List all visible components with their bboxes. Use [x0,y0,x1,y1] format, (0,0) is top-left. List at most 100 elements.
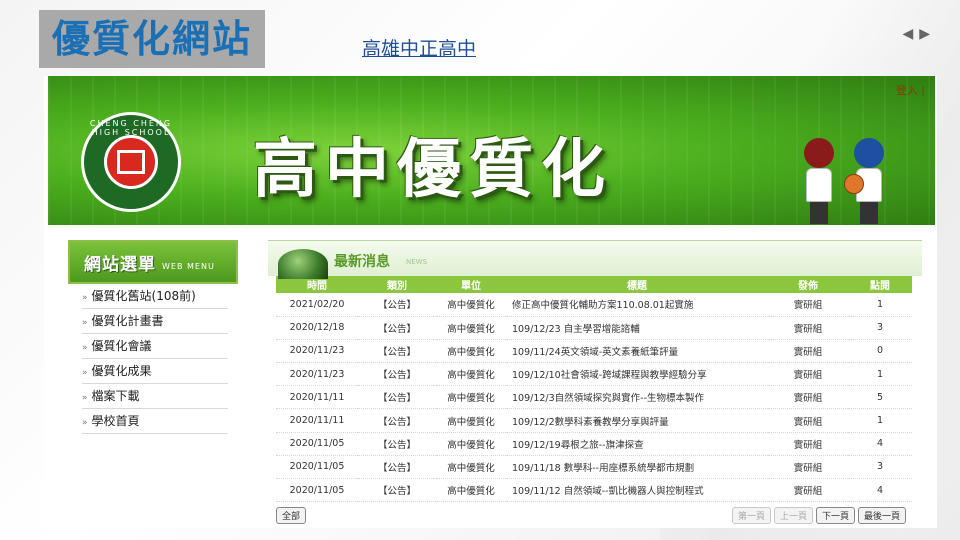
news-title-en: NEWS [406,258,428,266]
news-date: 2020/11/05 [276,455,358,480]
next-page-button[interactable]: 下一頁 [815,507,855,525]
news-publisher: 實研組 [768,385,848,410]
news-views: 1 [848,408,912,433]
last-page-button[interactable]: 最後一頁 [857,507,906,525]
menu-item-meetings[interactable]: » 優質化會議 [82,334,228,359]
all-news-button[interactable]: 全部 [276,507,307,525]
news-title-link[interactable]: 109/12/19尋根之旅--旗津探查 [506,432,768,456]
table-header-row: 時間 類別 單位 標題 發佈 點閱 [276,276,912,293]
column-header-views: 點閱 [848,276,912,293]
chevron-right-icon: » [82,318,88,328]
menu-item-old-site[interactable]: » 優質化舊站(108前) [82,284,228,309]
previous-slide-icon[interactable]: ◀ [902,26,913,42]
news-publisher: 實研組 [768,362,848,387]
login-link[interactable]: 登入 | [896,82,925,98]
news-title: 最新消息 [334,254,390,270]
news-category: 【公告】 [358,432,436,456]
website-screenshot: 登入 | CHENG CHENG HIGH SCHOOL 高中優質化 網站選單 … [44,76,937,528]
menu-item-school-home[interactable]: » 學校首頁 [82,409,228,434]
next-slide-icon[interactable]: ▶ [919,26,930,42]
news-category: 【公告】 [358,385,436,410]
chevron-right-icon: » [82,393,88,403]
news-views: 5 [848,385,912,410]
news-date: 2020/11/23 [276,339,358,364]
news-title-link[interactable]: 109/12/10社會領域-跨域課程與教學經驗分享 [506,362,768,387]
news-publisher: 實研組 [768,455,848,480]
news-views: 1 [848,362,912,387]
pagination: 第一頁 上一頁 下一頁 最後一頁 [731,507,906,525]
menu-item-label: 優質化會議 [91,339,152,353]
school-emblem-icon [104,135,158,189]
menu-item-label: 檔案下載 [91,389,140,403]
school-hyperlink[interactable]: 高雄中正高中 [362,34,476,63]
news-date: 2020/11/23 [276,362,358,387]
table-row: 2020/11/11 【公告】 高中優質化 109/12/3自然領域探究與實作--生物… [276,385,912,410]
news-title-link[interactable]: 修正高中優質化輔助方案110.08.01起實施 [506,293,768,317]
menu-item-plan[interactable]: » 優質化計畫書 [82,309,228,334]
news-publisher: 實研組 [768,408,848,433]
news-category: 【公告】 [358,339,436,364]
basketball-icon [844,174,864,194]
news-date: 2020/11/11 [276,408,358,433]
news-unit: 高中優質化 [436,455,506,480]
news-category: 【公告】 [358,293,436,317]
news-title-link[interactable]: 109/12/23 自主學習增能諮輔 [506,316,768,340]
chevron-right-icon: » [82,343,88,353]
news-views: 1 [848,293,912,317]
menu-header: 網站選單 WEB MENU [68,240,238,284]
news-title-link[interactable]: 109/11/18 數學科--用座標系統學都市規劃 [506,455,768,480]
table-row: 2020/11/05 【公告】 高中優質化 109/11/12 自然領域--凱比機器人… [276,478,912,503]
column-header-category: 類別 [358,276,436,293]
news-date: 2020/11/05 [276,478,358,503]
menu-item-label: 優質化舊站(108前) [91,289,196,303]
news-unit: 高中優質化 [436,316,506,340]
news-publisher: 實研組 [768,316,848,340]
table-row: 2020/11/11 【公告】 高中優質化 109/12/2數學科素養教學分享與評量實… [276,408,912,433]
news-views: 3 [848,316,912,340]
girl-mascot-icon [804,138,834,224]
news-category: 【公告】 [358,316,436,340]
news-unit: 高中優質化 [436,362,506,387]
news-category: 【公告】 [358,478,436,503]
news-publisher: 實研組 [768,293,848,317]
news-views: 4 [848,432,912,456]
table-row: 2020/11/05 【公告】 高中優質化 109/11/18 數學科--用座標系統學… [276,455,912,480]
table-row: 2020/11/05 【公告】 高中優質化 109/12/19尋根之旅--旗津探查 實研… [276,432,912,456]
menu-item-label: 優質化計畫書 [91,314,164,328]
news-date: 2020/11/11 [276,385,358,410]
table-row: 2020/11/23 【公告】 高中優質化 109/11/24英文領域-英文素養紙筆評… [276,339,912,364]
site-banner: 登入 | CHENG CHENG HIGH SCHOOL 高中優質化 [48,76,935,225]
news-title-link[interactable]: 109/12/2數學科素養教學分享與評量 [506,408,768,433]
news-panel: 最新消息 NEWS 時間 類別 單位 標題 發佈 點閱 2021/02/20 【公… [268,240,922,527]
school-logo: CHENG CHENG HIGH SCHOOL [81,112,181,212]
menu-item-results[interactable]: » 優質化成果 [82,359,228,384]
prev-page-button[interactable]: 上一頁 [773,507,813,525]
news-title-link[interactable]: 109/11/12 自然領域--凱比機器人與控制程式 [506,478,768,503]
menu-header-subtitle: WEB MENU [162,261,215,271]
news-date: 2021/02/20 [276,293,358,317]
news-date: 2020/11/05 [276,432,358,456]
news-publisher: 實研組 [768,432,848,456]
column-header-unit: 單位 [436,276,506,293]
mascot-illustration [796,132,906,224]
slide-navigation: ◀ ▶ [902,26,930,42]
news-table: 時間 類別 單位 標題 發佈 點閱 2021/02/20 【公告】 高中優質化 修正高… [276,276,912,503]
news-unit: 高中優質化 [436,408,506,433]
news-title-link[interactable]: 109/11/24英文領域-英文素養紙筆評量 [506,339,768,364]
chevron-right-icon: » [82,293,88,303]
news-views: 4 [848,478,912,503]
menu-header-title: 網站選單 [84,254,156,275]
news-category: 【公告】 [358,408,436,433]
news-title-link[interactable]: 109/12/3自然領域探究與實作--生物標本製作 [506,385,768,410]
pager-row: 全部 第一頁 上一頁 下一頁 最後一頁 [268,507,922,525]
menu-item-downloads[interactable]: » 檔案下載 [82,384,228,409]
chevron-right-icon: » [82,418,88,428]
sidebar-menu: 網站選單 WEB MENU » 優質化舊站(108前) » 優質化計畫書 » 優質化會… [68,240,238,434]
table-row: 2021/02/20 【公告】 高中優質化 修正高中優質化輔助方案110.08.01起… [276,293,912,317]
table-row: 2020/11/23 【公告】 高中優質化 109/12/10社會領域-跨域課程與教學… [276,362,912,387]
banner-title: 高中優質化 [253,132,613,207]
slide-title: 優質化網站 [39,10,265,68]
first-page-button[interactable]: 第一頁 [731,507,771,525]
menu-item-label: 優質化成果 [91,364,152,378]
news-publisher: 實研組 [768,339,848,364]
